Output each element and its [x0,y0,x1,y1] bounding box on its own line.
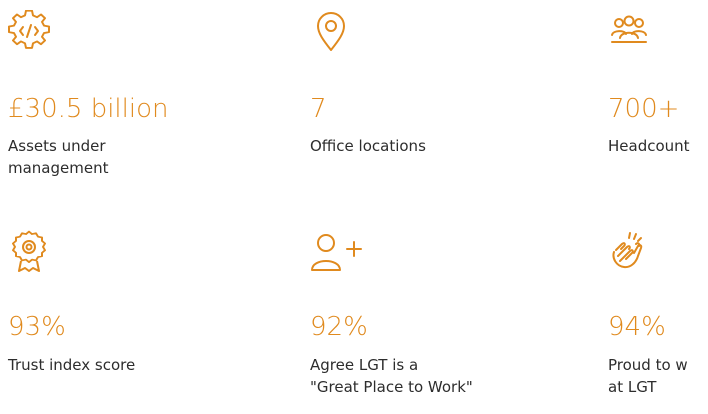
award-badge-icon [8,230,50,272]
stat-label: Headcount [608,137,690,155]
stat-value: 7 [310,94,327,124]
stat-label: Agree LGT is a "Great Place to Work" [310,356,473,396]
stat-label: Trust index score [8,356,136,374]
stat-great-place: 92% Agree LGT is a "Great Place to Work" [310,230,560,396]
stat-label: Assets under management [8,137,109,177]
people-group-icon [608,10,650,52]
clapping-hands-icon [608,230,650,272]
stat-label: Proud to w at LGT [608,356,688,396]
add-person-icon [310,230,370,272]
stat-value: 94% [608,312,666,342]
code-gear-icon [8,10,50,52]
location-pin-icon [310,10,352,52]
stat-value: 93% [8,312,66,342]
stat-assets: £30.5 billion Assets under management [8,10,258,177]
stat-value: £30.5 billion [8,94,169,124]
stat-value: 92% [310,312,368,342]
stat-trust-index: 93% Trust index score [8,230,258,374]
stat-offices: 7 Office locations [310,10,560,155]
stat-proud: 94% Proud to w at LGT [608,230,708,396]
stat-headcount: 700+ Headcount [608,10,708,155]
stat-value: 700+ [608,94,680,124]
stat-label: Office locations [310,137,426,155]
